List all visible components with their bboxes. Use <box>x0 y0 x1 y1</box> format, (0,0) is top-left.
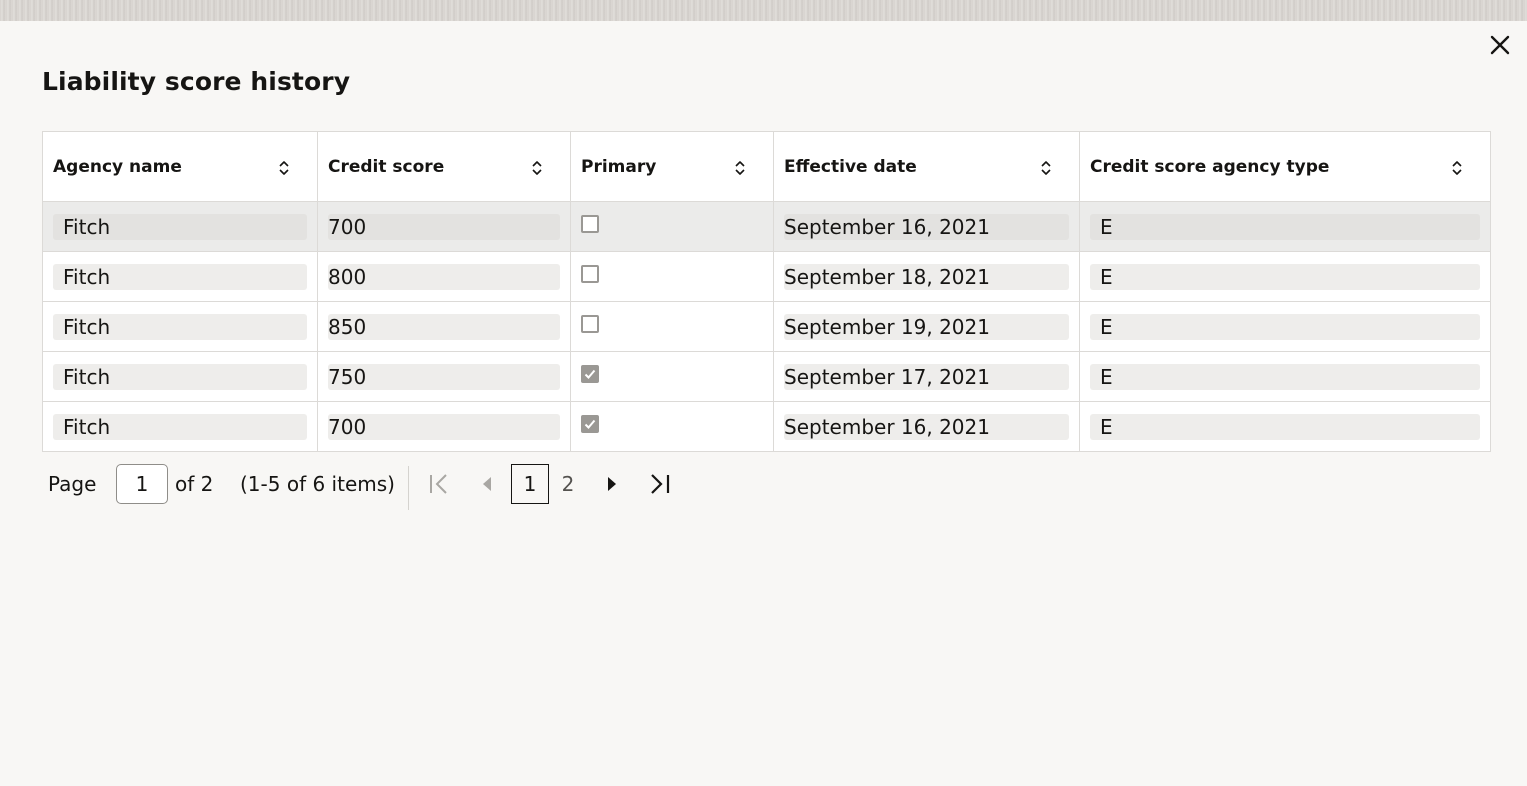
primary-checkbox[interactable] <box>581 314 599 333</box>
first-page-button[interactable] <box>428 472 450 496</box>
page-button-2[interactable]: 2 <box>549 464 587 504</box>
table-row[interactable]: Fitch 850 September 19, 2021 E <box>42 301 1491 352</box>
effective-date-value: September 17, 2021 <box>784 363 1069 390</box>
close-button[interactable] <box>1486 31 1514 59</box>
primary-cell <box>570 201 774 252</box>
agency-name-cell: Fitch <box>42 201 318 252</box>
credit-score-value: 800 <box>328 263 560 290</box>
sort-icon[interactable] <box>733 159 747 175</box>
primary-cell <box>570 401 774 452</box>
column-header-agency-name[interactable]: Agency name <box>42 131 318 202</box>
credit-score-cell: 800 <box>317 251 571 302</box>
agency-name-cell: Fitch <box>42 351 318 402</box>
credit-score-cell: 750 <box>317 351 571 402</box>
primary-cell <box>570 301 774 352</box>
agency-name-value: Fitch <box>53 263 307 290</box>
primary-cell <box>570 351 774 402</box>
liability-score-history-dialog: Liability score history Agency name Cred… <box>0 21 1527 786</box>
table-row[interactable]: Fitch 700 September 16, 2021 E <box>42 201 1491 252</box>
effective-date-value: September 18, 2021 <box>784 263 1069 290</box>
column-label: Agency name <box>53 156 182 177</box>
checkmark-icon <box>584 369 596 379</box>
dialog-title: Liability score history <box>42 67 351 96</box>
agency-type-cell: E <box>1079 201 1491 252</box>
last-page-icon <box>651 474 670 494</box>
chevron-right-icon <box>608 477 616 491</box>
page-number-input[interactable]: 1 <box>116 464 168 504</box>
credit-score-cell: 700 <box>317 401 571 452</box>
agency-type-cell: E <box>1079 251 1491 302</box>
agency-type-value: E <box>1090 313 1480 340</box>
effective-date-cell: September 17, 2021 <box>773 351 1080 402</box>
column-label: Primary <box>581 156 657 177</box>
agency-name-value: Fitch <box>53 413 307 440</box>
page-count-label: of 2 <box>175 472 214 496</box>
table-row[interactable]: Fitch 800 September 18, 2021 E <box>42 251 1491 302</box>
primary-checkbox[interactable] <box>581 414 599 433</box>
agency-name-value: Fitch <box>53 213 307 240</box>
background-strip <box>0 0 1527 21</box>
primary-checkbox[interactable] <box>581 264 599 283</box>
table-header-row: Agency name Credit score Primary Effecti… <box>42 131 1491 202</box>
pagination-divider <box>408 466 409 510</box>
effective-date-cell: September 16, 2021 <box>773 401 1080 452</box>
last-page-button[interactable] <box>648 472 672 496</box>
agency-type-value: E <box>1090 213 1480 240</box>
next-page-button[interactable] <box>605 472 619 496</box>
column-header-credit-score[interactable]: Credit score <box>317 131 571 202</box>
item-range-label: (1-5 of 6 items) <box>240 472 395 496</box>
credit-score-value: 700 <box>328 213 560 240</box>
primary-checkbox[interactable] <box>581 214 599 233</box>
credit-score-cell: 850 <box>317 301 571 352</box>
checkmark-icon <box>584 419 596 429</box>
column-label: Effective date <box>784 156 917 177</box>
column-label: Credit score agency type <box>1090 156 1330 177</box>
first-page-icon <box>430 474 447 494</box>
effective-date-value: September 19, 2021 <box>784 313 1069 340</box>
agency-type-value: E <box>1090 263 1480 290</box>
credit-score-cell: 700 <box>317 201 571 252</box>
agency-type-cell: E <box>1079 301 1491 352</box>
effective-date-value: September 16, 2021 <box>784 213 1069 240</box>
column-header-primary[interactable]: Primary <box>570 131 774 202</box>
table-row[interactable]: Fitch 750 September 17, 2021 E <box>42 351 1491 402</box>
agency-type-cell: E <box>1079 401 1491 452</box>
agency-name-value: Fitch <box>53 363 307 390</box>
agency-name-cell: Fitch <box>42 401 318 452</box>
agency-type-cell: E <box>1079 351 1491 402</box>
primary-cell <box>570 251 774 302</box>
column-label: Credit score <box>328 156 445 177</box>
sort-icon[interactable] <box>277 159 291 175</box>
column-header-effective-date[interactable]: Effective date <box>773 131 1080 202</box>
score-history-table: Agency name Credit score Primary Effecti… <box>42 131 1491 452</box>
table-row[interactable]: Fitch 700 September 16, 2021 E <box>42 401 1491 452</box>
primary-checkbox[interactable] <box>581 364 599 383</box>
credit-score-value: 750 <box>328 363 560 390</box>
effective-date-cell: September 18, 2021 <box>773 251 1080 302</box>
sort-icon[interactable] <box>530 159 544 175</box>
agency-name-cell: Fitch <box>42 251 318 302</box>
agency-type-value: E <box>1090 363 1480 390</box>
close-icon <box>1490 35 1510 55</box>
chevron-left-icon <box>483 477 491 491</box>
effective-date-value: September 16, 2021 <box>784 413 1069 440</box>
sort-icon[interactable] <box>1039 159 1053 175</box>
credit-score-value: 700 <box>328 413 560 440</box>
effective-date-cell: September 19, 2021 <box>773 301 1080 352</box>
previous-page-button[interactable] <box>480 472 494 496</box>
page-button-1[interactable]: 1 <box>511 464 549 504</box>
agency-type-value: E <box>1090 413 1480 440</box>
page-label: Page <box>48 472 97 496</box>
sort-icon[interactable] <box>1450 159 1464 175</box>
credit-score-value: 850 <box>328 313 560 340</box>
column-header-agency-type[interactable]: Credit score agency type <box>1079 131 1491 202</box>
effective-date-cell: September 16, 2021 <box>773 201 1080 252</box>
agency-name-cell: Fitch <box>42 301 318 352</box>
agency-name-value: Fitch <box>53 313 307 340</box>
